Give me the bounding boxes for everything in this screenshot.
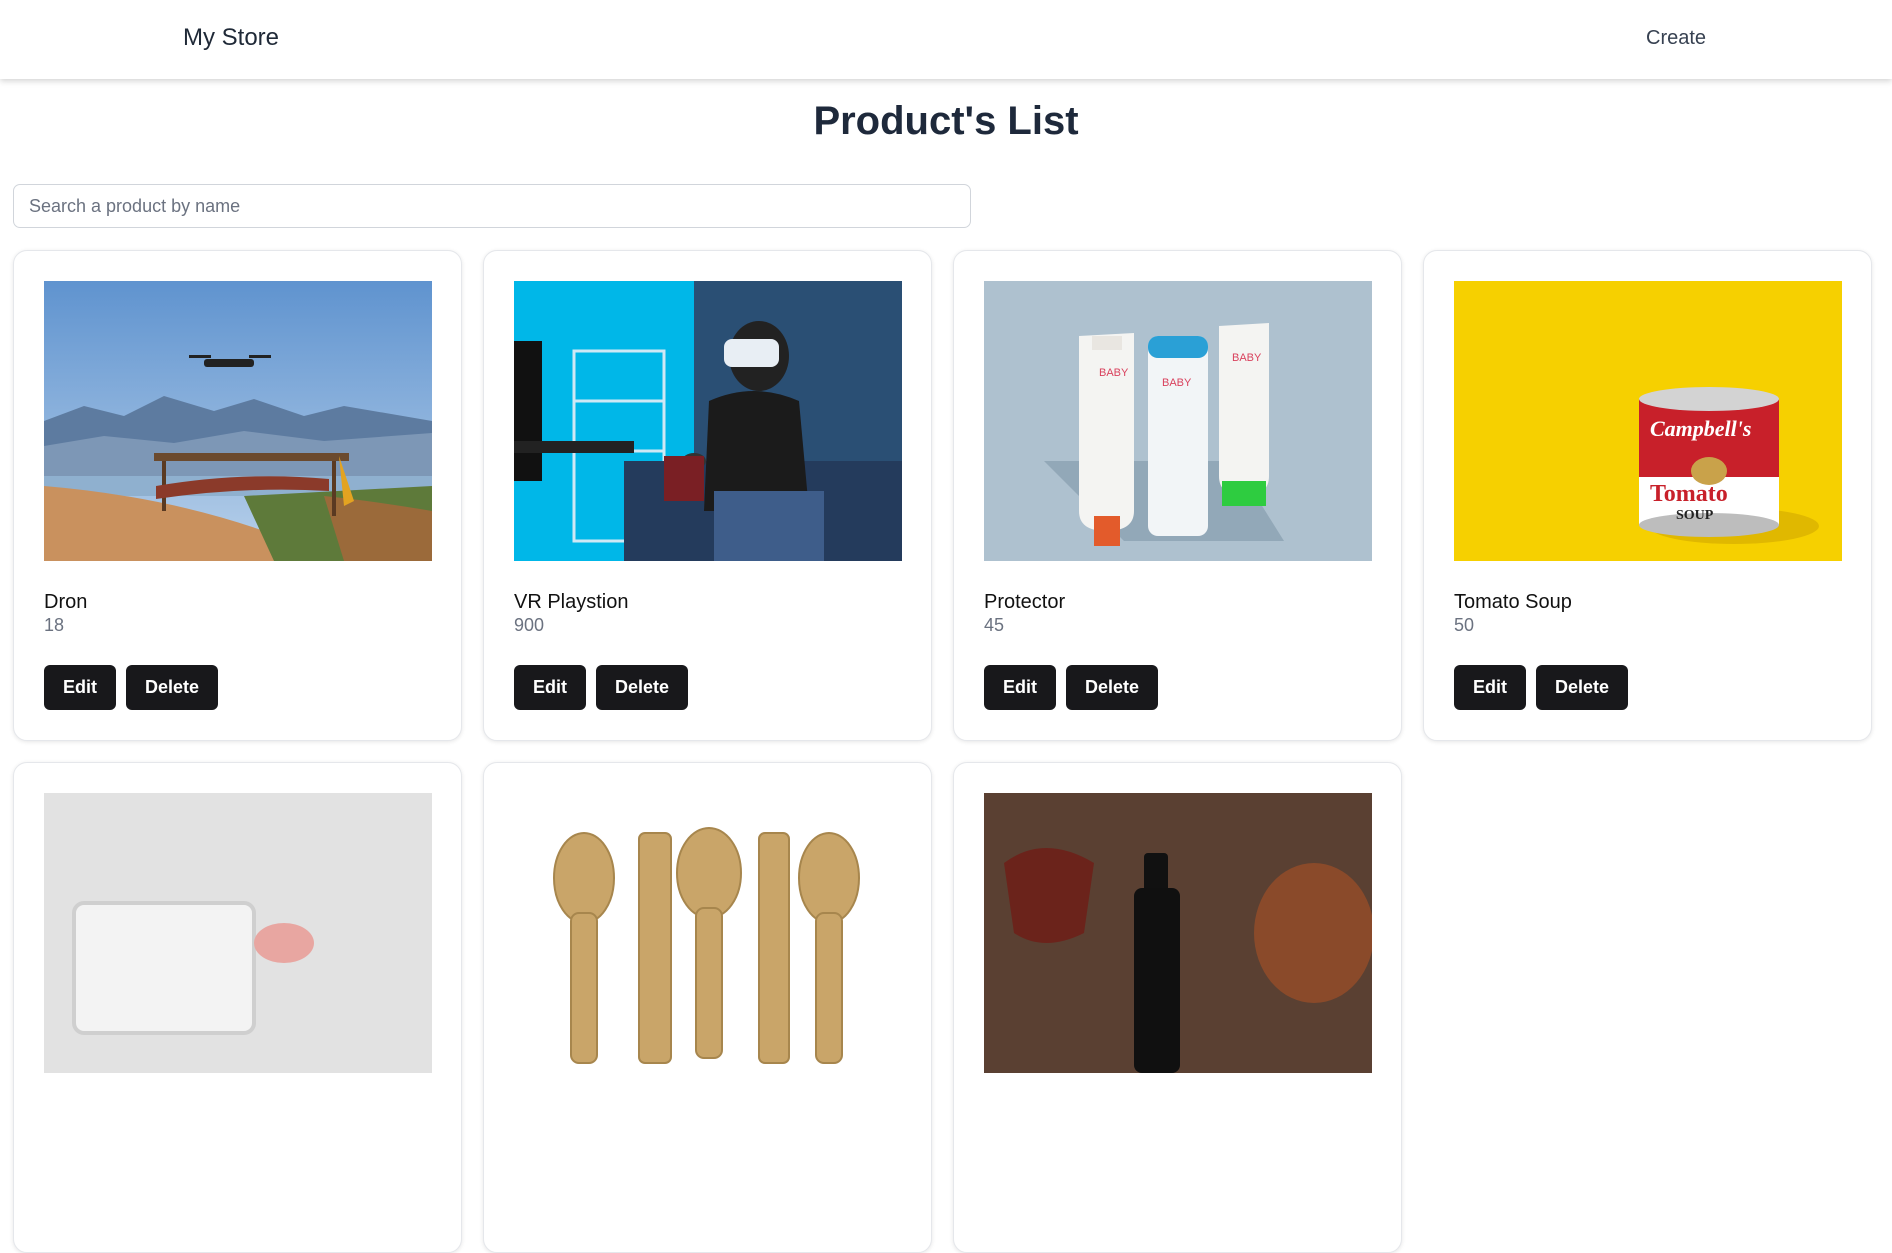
- svg-text:Campbell's: Campbell's: [1650, 416, 1751, 441]
- delete-button[interactable]: Delete: [126, 665, 218, 710]
- svg-text:BABY: BABY: [1232, 352, 1262, 364]
- product-image: [44, 793, 432, 1073]
- product-price: 18: [44, 615, 65, 635]
- svg-text:BABY: BABY: [1099, 367, 1129, 379]
- product-image: Campbell's Tomato SOUP: [1454, 281, 1842, 561]
- edit-button[interactable]: Edit: [984, 665, 1056, 710]
- product-card: VR Playstion 900 Edit Delete: [483, 250, 932, 741]
- product-card: BABY BABY BABY Protector 45 Edit Delete: [953, 250, 1402, 741]
- svg-text:SOUP: SOUP: [1676, 508, 1714, 523]
- product-image: [514, 281, 902, 561]
- product-card: [13, 762, 462, 1253]
- product-price: 900: [514, 615, 545, 635]
- delete-button[interactable]: Delete: [1066, 665, 1158, 710]
- svg-text:Tomato: Tomato: [1650, 481, 1728, 507]
- product-card: [953, 762, 1402, 1253]
- product-name: VR Playstion: [514, 591, 629, 613]
- delete-button[interactable]: Delete: [1536, 665, 1628, 710]
- brand-link[interactable]: My Store: [183, 24, 279, 52]
- edit-button[interactable]: Edit: [1454, 665, 1526, 710]
- create-link[interactable]: Create: [1646, 27, 1706, 50]
- product-image: [984, 793, 1372, 1073]
- product-name: Tomato Soup: [1454, 591, 1572, 613]
- product-card: [483, 762, 932, 1253]
- product-price: 50: [1454, 615, 1475, 635]
- svg-text:BABY: BABY: [1162, 377, 1192, 389]
- product-name: Protector: [984, 591, 1066, 613]
- product-price: 45: [984, 615, 1005, 635]
- product-name: Dron: [44, 591, 88, 613]
- delete-button[interactable]: Delete: [596, 665, 688, 710]
- edit-button[interactable]: Edit: [44, 665, 116, 710]
- edit-button[interactable]: Edit: [514, 665, 586, 710]
- page-title: Product's List: [813, 99, 1079, 143]
- search-input[interactable]: [13, 184, 971, 228]
- product-image: [44, 281, 432, 561]
- product-image: [514, 793, 902, 1073]
- product-card: Campbell's Tomato SOUP Tomato Soup 50 Ed…: [1423, 250, 1872, 741]
- product-image: BABY BABY BABY: [984, 281, 1372, 561]
- navbar: My Store Create: [0, 0, 1892, 79]
- product-card: Dron 18 Edit Delete: [13, 250, 462, 741]
